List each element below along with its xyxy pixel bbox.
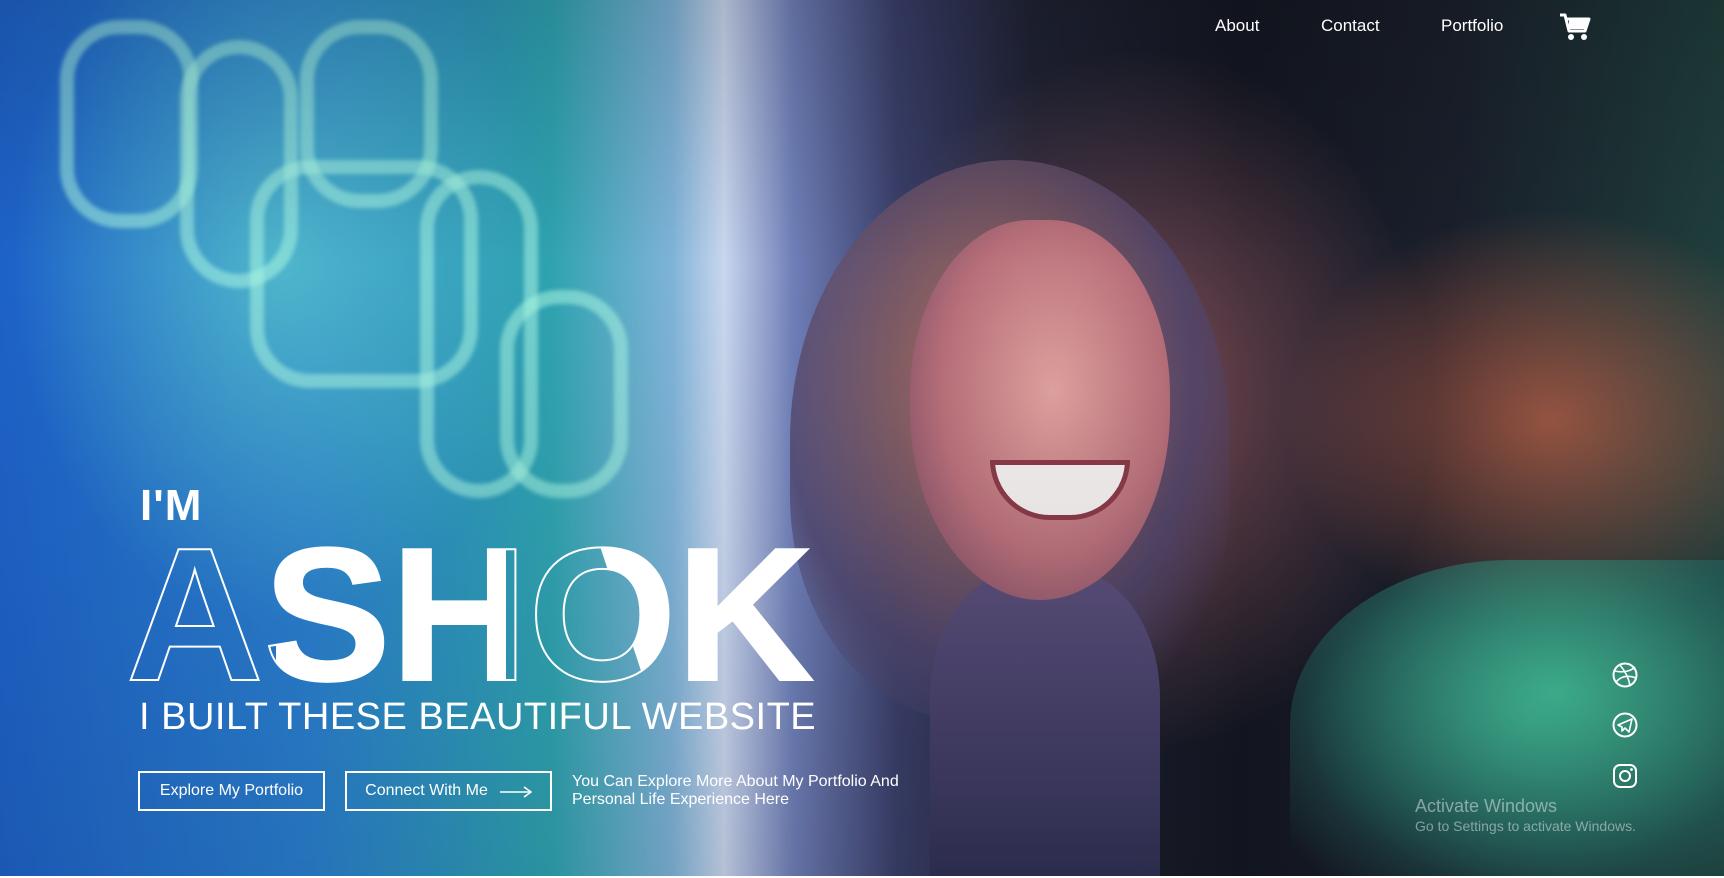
intro-text: I'M [140, 481, 203, 530]
explore-portfolio-button[interactable]: Explore My Portfolio [138, 771, 325, 811]
telegram-icon[interactable] [1611, 711, 1639, 739]
cart-icon[interactable] [1558, 11, 1592, 43]
explore-note-text: You Can Explore More About My Portfolio … [572, 773, 899, 808]
connect-with-me-button[interactable]: Connect With Me [345, 771, 552, 811]
hero-overlay [0, 0, 1724, 878]
nav-contact-link[interactable]: Contact [1321, 16, 1380, 36]
hero-tagline: I BUILT THESE BEAUTIFUL WEBSITE [139, 696, 817, 738]
nav-about-link[interactable]: About [1215, 16, 1259, 36]
watermark-subtitle: Go to Settings to activate Windows. [1415, 817, 1636, 834]
arrow-right-icon [499, 785, 533, 798]
watermark-title: Activate Windows [1415, 796, 1558, 816]
connect-with-me-label: Connect With Me [365, 782, 488, 799]
hero-name: ASHOK ASHOK [125, 508, 826, 722]
instagram-icon[interactable] [1611, 762, 1639, 790]
windows-activation-watermark: Activate Windows Go to Settings to activ… [1415, 796, 1636, 834]
explore-portfolio-label: Explore My Portfolio [159, 782, 304, 799]
dribbble-icon[interactable] [1611, 661, 1639, 689]
portfolio-page: About Contact Portfolio I'M ASHOK ASHOK [0, 0, 1724, 878]
nav-portfolio-link[interactable]: Portfolio [1441, 16, 1503, 36]
